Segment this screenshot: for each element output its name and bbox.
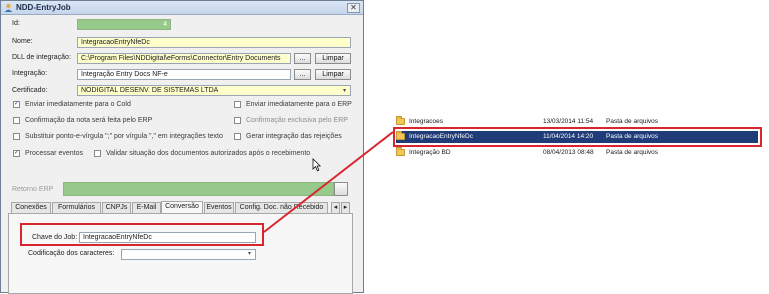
codificacao-chevron-down-icon[interactable]: ▾: [248, 250, 251, 257]
tab-eventos[interactable]: Eventos: [204, 202, 234, 213]
list-item[interactable]: Integracoes 13/03/2014 11:54 Pasta de ar…: [396, 116, 756, 127]
substituir-checkbox[interactable]: [13, 133, 20, 140]
certificado-label: Certificado:: [12, 87, 48, 94]
tab-cnpjs[interactable]: CNPJs: [102, 202, 131, 213]
codificacao-label: Codificação dos caracteres:: [28, 250, 115, 257]
file-date: 13/03/2014 11:54: [543, 118, 594, 125]
folder-icon: [396, 116, 405, 125]
integracao-label: Integração:: [12, 70, 48, 77]
gerar-label: Gerar integração das rejeições: [246, 133, 342, 140]
id-field: 4: [77, 19, 171, 30]
confirmacao-exclusiva-checkbox[interactable]: [234, 117, 241, 124]
tab-config-doc[interactable]: Config. Doc. não Recebido: [235, 202, 328, 213]
mouse-pointer-icon: [312, 158, 321, 172]
confirmacao-nota-checkbox[interactable]: [13, 117, 20, 124]
retorno-erp-field: [63, 182, 334, 196]
close-button[interactable]: ✕: [347, 3, 360, 13]
dll-clear-button[interactable]: Limpar: [315, 53, 351, 64]
integracao-browse-button[interactable]: ...: [294, 69, 311, 80]
explorer-file-list: Integracoes 13/03/2014 11:54 Pasta de ar…: [392, 113, 762, 160]
dll-browse-button[interactable]: ...: [294, 53, 311, 64]
tab-conexoes[interactable]: Conexões: [11, 202, 51, 213]
tab-scroll-left[interactable]: ◂: [331, 202, 340, 213]
file-date: 11/04/2014 14:20: [543, 133, 594, 140]
folder-icon: [396, 147, 405, 156]
validar-label: Validar situação dos documentos autoriza…: [106, 150, 311, 157]
file-name: IntegracaoEntryNfeDc: [409, 133, 473, 140]
entryjob-dialog: NDD-EntryJob ✕ Id: 4 Nome: IntegracaoEnt…: [0, 0, 364, 294]
erp-checkbox-label: Enviar imediatamente para o ERP: [246, 101, 352, 108]
integracao-input[interactable]: Integração Entry Docs NF-e: [77, 69, 291, 80]
chevron-down-icon[interactable]: ▾: [343, 87, 346, 94]
confirmacao-nota-label: Confirmação da nota será feita pelo ERP: [25, 117, 153, 124]
user-icon: [4, 3, 13, 12]
tab-conversao[interactable]: Conversão: [161, 201, 203, 213]
retorno-erp-browse-button[interactable]: [334, 182, 348, 196]
dll-input[interactable]: C:\Program Files\NDDigital\eForms\Connec…: [77, 53, 291, 64]
tab-scroll-right[interactable]: ▸: [341, 202, 350, 213]
gerar-checkbox[interactable]: [234, 133, 241, 140]
validar-checkbox[interactable]: [94, 150, 101, 157]
file-name: Integração BD: [409, 149, 451, 156]
codificacao-select[interactable]: [121, 249, 256, 260]
file-type: Pasta de arquivos: [606, 149, 659, 156]
file-date: 08/04/2013 08:48: [543, 149, 594, 156]
nome-label: Nome:: [12, 38, 33, 45]
file-type: Pasta de arquivos: [606, 133, 659, 140]
certificado-select[interactable]: NODIGITAL DESENV. DE SISTEMAS LTDA: [77, 85, 351, 96]
folder-icon: [396, 131, 405, 140]
window-title: NDD-EntryJob: [16, 3, 71, 12]
cold-checkbox-label: Enviar imediatamente para o Cold: [25, 101, 131, 108]
processar-checkbox[interactable]: ✓: [13, 150, 20, 157]
highlight-box-chave: [20, 223, 264, 246]
list-item[interactable]: Integração BD 08/04/2013 08:48 Pasta de …: [396, 147, 756, 158]
retorno-erp-label: Retorno ERP: [12, 186, 54, 193]
file-type: Pasta de arquivos: [606, 118, 659, 125]
processar-label: Processar eventos: [25, 150, 83, 157]
confirmacao-exclusiva-label: Confirmação exclusiva pelo ERP: [246, 117, 348, 124]
tab-formularios[interactable]: Formulários: [52, 202, 101, 213]
list-item-selected[interactable]: IntegracaoEntryNfeDc 11/04/2014 14:20 Pa…: [396, 131, 758, 143]
dll-label: DLL de integração:: [12, 54, 71, 61]
file-name: Integracoes: [409, 118, 443, 125]
tab-email[interactable]: E-Mail: [132, 202, 161, 213]
id-label: Id:: [12, 20, 20, 27]
title-bar[interactable]: NDD-EntryJob ✕: [1, 1, 363, 15]
integracao-clear-button[interactable]: Limpar: [315, 69, 351, 80]
substituir-label: Substituir ponto-e-vírgula ";" por vírgu…: [25, 133, 223, 140]
cold-checkbox[interactable]: ✓: [13, 101, 20, 108]
nome-input[interactable]: IntegracaoEntryNfeDc: [77, 37, 351, 48]
erp-checkbox[interactable]: [234, 101, 241, 108]
